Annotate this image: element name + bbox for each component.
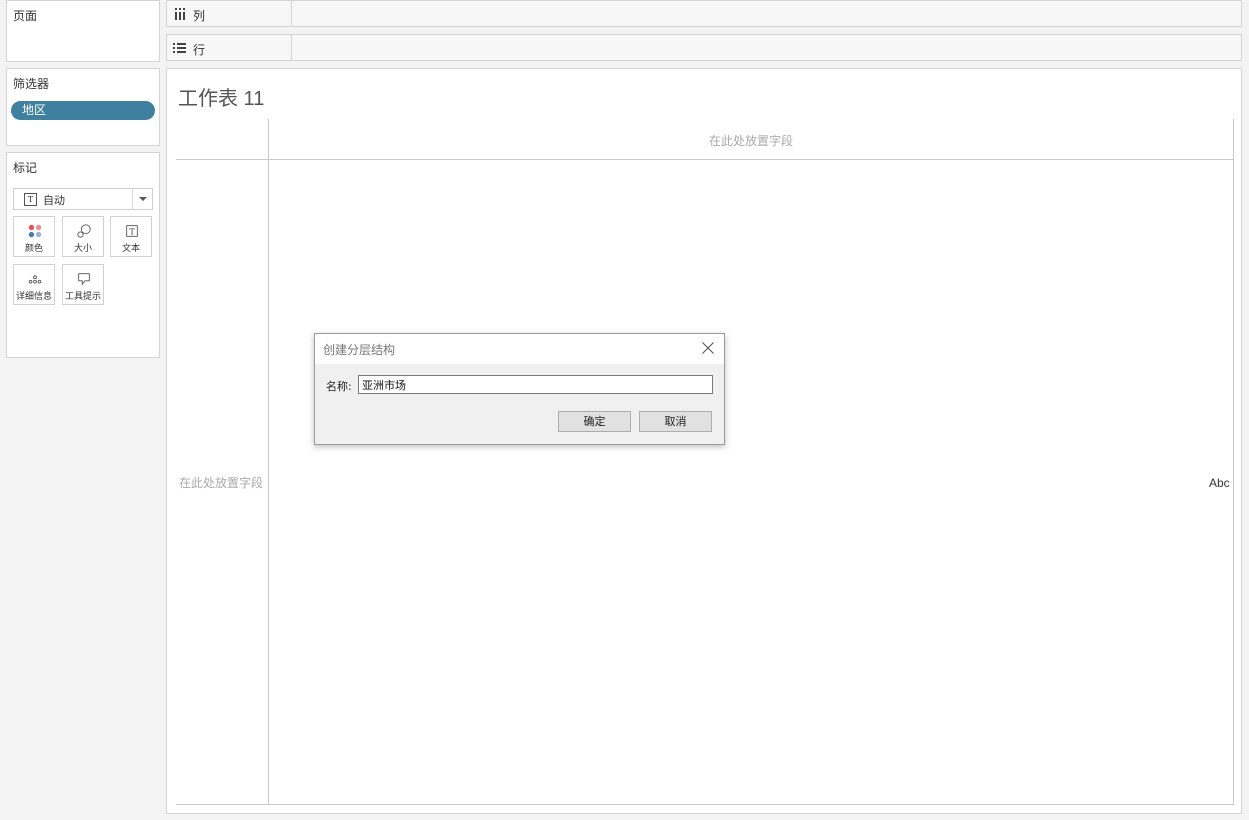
columns-icon [175, 8, 185, 20]
filter-pill-region[interactable]: 地区 [11, 101, 155, 120]
text-mark-icon: T [24, 193, 37, 206]
tooltip-button[interactable]: 工具提示 [62, 264, 104, 305]
name-input[interactable] [358, 375, 713, 394]
sheet-title[interactable]: 工作表 11 [178, 82, 264, 111]
mark-type-dropdown[interactable]: T 自动 [13, 188, 153, 210]
name-label: 名称: [326, 380, 352, 393]
abc-placeholder: Abc [1209, 476, 1230, 490]
view-right-border [1233, 119, 1234, 805]
detail-button[interactable]: 详细信息 [13, 264, 55, 305]
color-label: 颜色 [24, 244, 43, 254]
tooltip-label: 工具提示 [64, 292, 101, 302]
dialog-title-bar[interactable]: 创建分层结构 [315, 334, 724, 364]
columns-shelf[interactable]: 列 [166, 0, 1242, 27]
ok-button[interactable]: 确定 [558, 411, 631, 432]
text-icon: T [126, 225, 138, 237]
text-label: 文本 [121, 244, 140, 254]
column-header-divider [176, 159, 1234, 160]
close-icon[interactable] [700, 340, 716, 356]
tooltip-icon [78, 273, 90, 286]
dialog-title: 创建分层结构 [323, 343, 396, 357]
rows-label: 行 [193, 43, 206, 57]
shelf-divider [291, 1, 292, 26]
marks-title: 标记 [13, 161, 38, 175]
detail-dots-icon [28, 275, 42, 284]
row-header-divider [268, 119, 269, 805]
chevron-down-icon [139, 197, 147, 201]
svg-text:T: T [129, 228, 135, 237]
color-button[interactable]: 颜色 [13, 216, 55, 257]
filters-title: 筛选器 [13, 77, 50, 91]
row-drop-zone[interactable]: 在此处放置字段 [179, 474, 263, 491]
create-hierarchy-dialog: 创建分层结构 名称: 确定 取消 [314, 333, 725, 445]
column-drop-zone[interactable]: 在此处放置字段 [709, 132, 793, 149]
rows-icon [173, 43, 186, 53]
color-dots-icon [28, 224, 42, 238]
pages-card: 页面 [6, 0, 160, 62]
size-button[interactable]: 大小 [62, 216, 104, 257]
size-label: 大小 [73, 244, 92, 254]
size-icon [77, 224, 91, 238]
mark-type-label: 自动 [43, 194, 65, 207]
text-button[interactable]: T 文本 [110, 216, 152, 257]
filters-card: 筛选器 地区 [6, 68, 160, 146]
pages-title: 页面 [13, 9, 38, 23]
columns-label: 列 [193, 9, 206, 23]
marks-card: 标记 T 自动 颜色 大小 T 文本 详细信息 工具提示 [6, 152, 160, 358]
rows-shelf[interactable]: 行 [166, 34, 1242, 61]
dropdown-button[interactable] [132, 189, 152, 209]
cancel-button[interactable]: 取消 [639, 411, 712, 432]
view-bottom-border [176, 804, 1234, 805]
detail-label: 详细信息 [15, 292, 52, 302]
shelf-divider [291, 35, 292, 60]
